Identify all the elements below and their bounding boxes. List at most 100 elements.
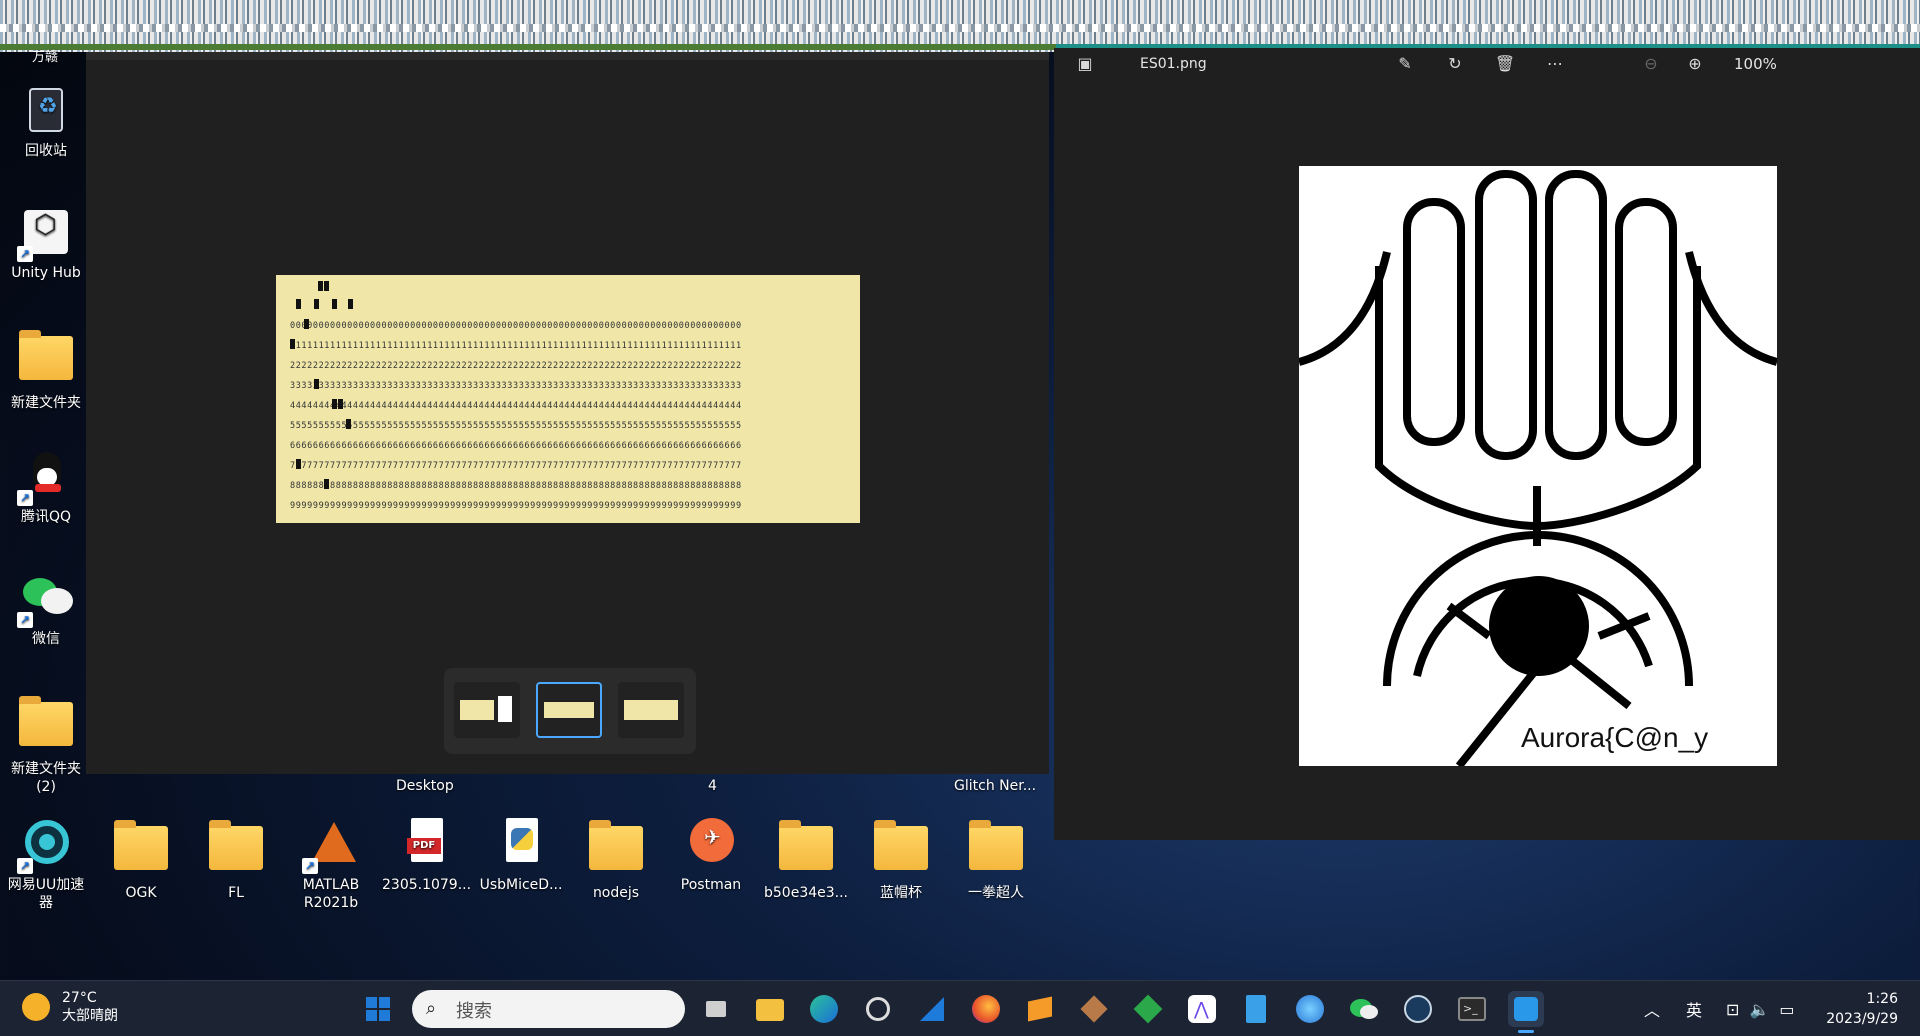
desktop-icon-qq[interactable]: ↗ 腾讯QQ <box>2 450 90 526</box>
notepad-icon[interactable] <box>1238 991 1274 1027</box>
desktop-icon-label: 蓝帽杯 <box>880 885 922 901</box>
desktop-icon-fl[interactable]: FL <box>192 818 280 902</box>
uu-accelerator-icon: ↗ <box>17 818 73 874</box>
desktop-icon-label: 微信 <box>32 631 60 647</box>
desktop-icon-wechat[interactable]: ↗ 微信 <box>2 572 90 648</box>
shortcut-arrow-icon: ↗ <box>17 490 33 506</box>
zoom-in-icon[interactable]: ⊕ <box>1684 54 1706 76</box>
task-view-icon[interactable] <box>698 991 734 1027</box>
filmstrip-thumb-1[interactable] <box>454 682 520 738</box>
folder-icon <box>874 820 928 880</box>
shortcut-arrow-icon: ↗ <box>17 858 33 874</box>
rotate-icon[interactable]: ↻ <box>1444 54 1466 76</box>
image-viewer-window: ▣ ES01.png ✎ ↻ 🗑 ⋯ ⊖ ⊕ 100% Aurora{C@n_y <box>1054 48 1920 840</box>
taskbar-search[interactable]: ⌕ 搜索 <box>412 990 685 1028</box>
ime-indicator[interactable]: 英 <box>1686 997 1702 1021</box>
desktop-icon-unity-hub[interactable]: ⬡ ↗ Unity Hub <box>2 206 90 282</box>
edit-icon[interactable]: ✎ <box>1394 54 1416 76</box>
battery-icon[interactable]: ▭ <box>1779 1000 1794 1019</box>
network-icon[interactable] <box>1292 991 1328 1027</box>
punch-row: 7777777777777777777777777777777777777777… <box>290 461 742 471</box>
photos-icon[interactable] <box>1508 991 1544 1033</box>
glitched-top-bar <box>0 0 1920 52</box>
firefox-icon[interactable] <box>968 991 1004 1027</box>
desktop-label-docker-desktop: Desktop <box>396 778 454 794</box>
desktop-icon-pdf[interactable]: PDF 2305.1079... <box>382 818 471 894</box>
folder-icon <box>589 820 643 880</box>
viewer-file-name: ES01.png <box>1140 56 1207 72</box>
gallery-icon[interactable]: ▣ <box>1074 54 1096 76</box>
shortcut-arrow-icon: ↗ <box>17 246 33 262</box>
desktop-label-four: 4 <box>708 778 717 794</box>
punch-row: 0000000000000000000000000000000000000000… <box>290 321 742 331</box>
matlab-icon: ↗ <box>302 818 358 874</box>
desktop-icon-b50e34e3[interactable]: b50e34e3... <box>762 818 850 902</box>
network-status-icon[interactable]: ⊡ <box>1726 1000 1739 1019</box>
green-app-icon[interactable] <box>1130 991 1166 1027</box>
folder-icon <box>779 820 833 880</box>
desktop-icon-recycle-bin[interactable]: ♻ 回收站 <box>2 84 90 160</box>
desktop-icon-label: MATLAB R2021b <box>302 877 360 911</box>
folder-icon <box>969 820 1023 880</box>
terminal-icon[interactable]: >_ <box>1454 991 1490 1027</box>
desktop-icon-nodejs[interactable]: nodejs <box>572 818 660 902</box>
chevron-up-icon[interactable]: ︿ <box>1644 997 1660 1021</box>
punch-row: 5555555555555555555555555555555555555555… <box>290 421 742 431</box>
more-icon[interactable]: ⋯ <box>1544 54 1566 76</box>
image-caption-text: Aurora{C@n_y <box>1521 722 1709 753</box>
desktop-icon-uu-accelerator[interactable]: ↗ 网易UU加速器 <box>2 818 90 912</box>
search-placeholder: 搜索 <box>456 1001 492 1022</box>
desktop-icon-ogk[interactable]: OGK <box>97 818 185 902</box>
desktop-icon-label: OGK <box>125 885 157 901</box>
wechat-icon[interactable] <box>1346 991 1382 1027</box>
wireshark-icon[interactable] <box>914 991 950 1027</box>
clock-time: 1:26 <box>1866 991 1898 1007</box>
zoom-out-icon[interactable]: ⊖ <box>1640 54 1662 76</box>
desktop-icon-label: 一拳超人 <box>968 885 1024 901</box>
unity-icon: ⬡ ↗ <box>17 206 73 262</box>
file-explorer-icon[interactable] <box>752 991 788 1027</box>
desktop-icon-label: 新建文件夹 (2) <box>11 761 81 795</box>
desktop-icon-new-folder-2[interactable]: 新建文件夹 (2) <box>2 694 90 796</box>
desktop-icon-label: UsbMiceD... <box>479 877 563 893</box>
recycle-bin-icon: ♻ <box>19 84 73 138</box>
qq-icon: ↗ <box>17 450 73 506</box>
desktop-icon-label: nodejs <box>592 885 640 901</box>
desktop-icon-label: 新建文件夹 <box>11 395 81 411</box>
system-tray: ︿ 英 ⊡ 🔈 ▭ <box>1644 981 1794 1036</box>
desktop-icon-label: 网易UU加速器 <box>7 877 85 911</box>
punch-row: 4444444444444444444444444444444444444444… <box>290 401 742 411</box>
desktop-icon-label: Postman <box>680 877 742 893</box>
postman-icon: ✈ <box>684 818 738 872</box>
desktop-icon-matlab[interactable]: ↗ MATLAB R2021b <box>287 818 375 912</box>
windows-start-icon[interactable] <box>360 991 396 1027</box>
box-icon[interactable] <box>1076 991 1112 1027</box>
desktop-icon-new-folder[interactable]: 新建文件夹 <box>2 328 90 412</box>
arc-icon[interactable]: ⋀ <box>1184 991 1220 1027</box>
steam-icon[interactable] <box>1400 991 1436 1027</box>
punch-row: 1111111111111111111111111111111111111111… <box>290 341 742 351</box>
edge-icon[interactable] <box>806 991 842 1027</box>
filmstrip-thumb-2[interactable] <box>536 682 602 738</box>
punch-row: 2222222222222222222222222222222222222222… <box>290 361 742 371</box>
sublime-icon[interactable] <box>1022 991 1058 1027</box>
desktop-icon-label: Unity Hub <box>11 265 81 281</box>
desktop-icon-usbmice[interactable]: UsbMiceD... <box>477 818 565 894</box>
desktop-icon-postman[interactable]: ✈ Postman <box>667 818 755 894</box>
desktop-icon-lanmaobei[interactable]: 蓝帽杯 <box>857 818 945 902</box>
punch-card-image: 0000000000000000000000000000000000000000… <box>276 275 860 523</box>
desktop-icon-label: 回收站 <box>25 143 67 159</box>
weather-desc: 大部晴朗 <box>62 1008 118 1024</box>
punch-row: 8888888888888888888888888888888888888888… <box>290 481 742 491</box>
volume-icon[interactable]: 🔈 <box>1749 1000 1769 1019</box>
delete-icon[interactable]: 🗑 <box>1494 54 1516 76</box>
viewer-toolbar: ▣ ES01.png ✎ ↻ 🗑 ⋯ ⊖ ⊕ 100% <box>1054 48 1920 80</box>
desktop-icon-onepunch[interactable]: 一拳超人 <box>952 818 1040 902</box>
filmstrip <box>444 668 696 754</box>
desktop-top-label: 万赣 <box>32 50 59 65</box>
pdf-icon: PDF <box>399 818 453 872</box>
speedtest-icon[interactable] <box>860 991 896 1027</box>
system-clock[interactable]: 1:26 2023/9/29 <box>1826 989 1898 1029</box>
filmstrip-thumb-3[interactable] <box>618 682 684 738</box>
punch-row: 3333333333333333333333333333333333333333… <box>290 381 742 391</box>
